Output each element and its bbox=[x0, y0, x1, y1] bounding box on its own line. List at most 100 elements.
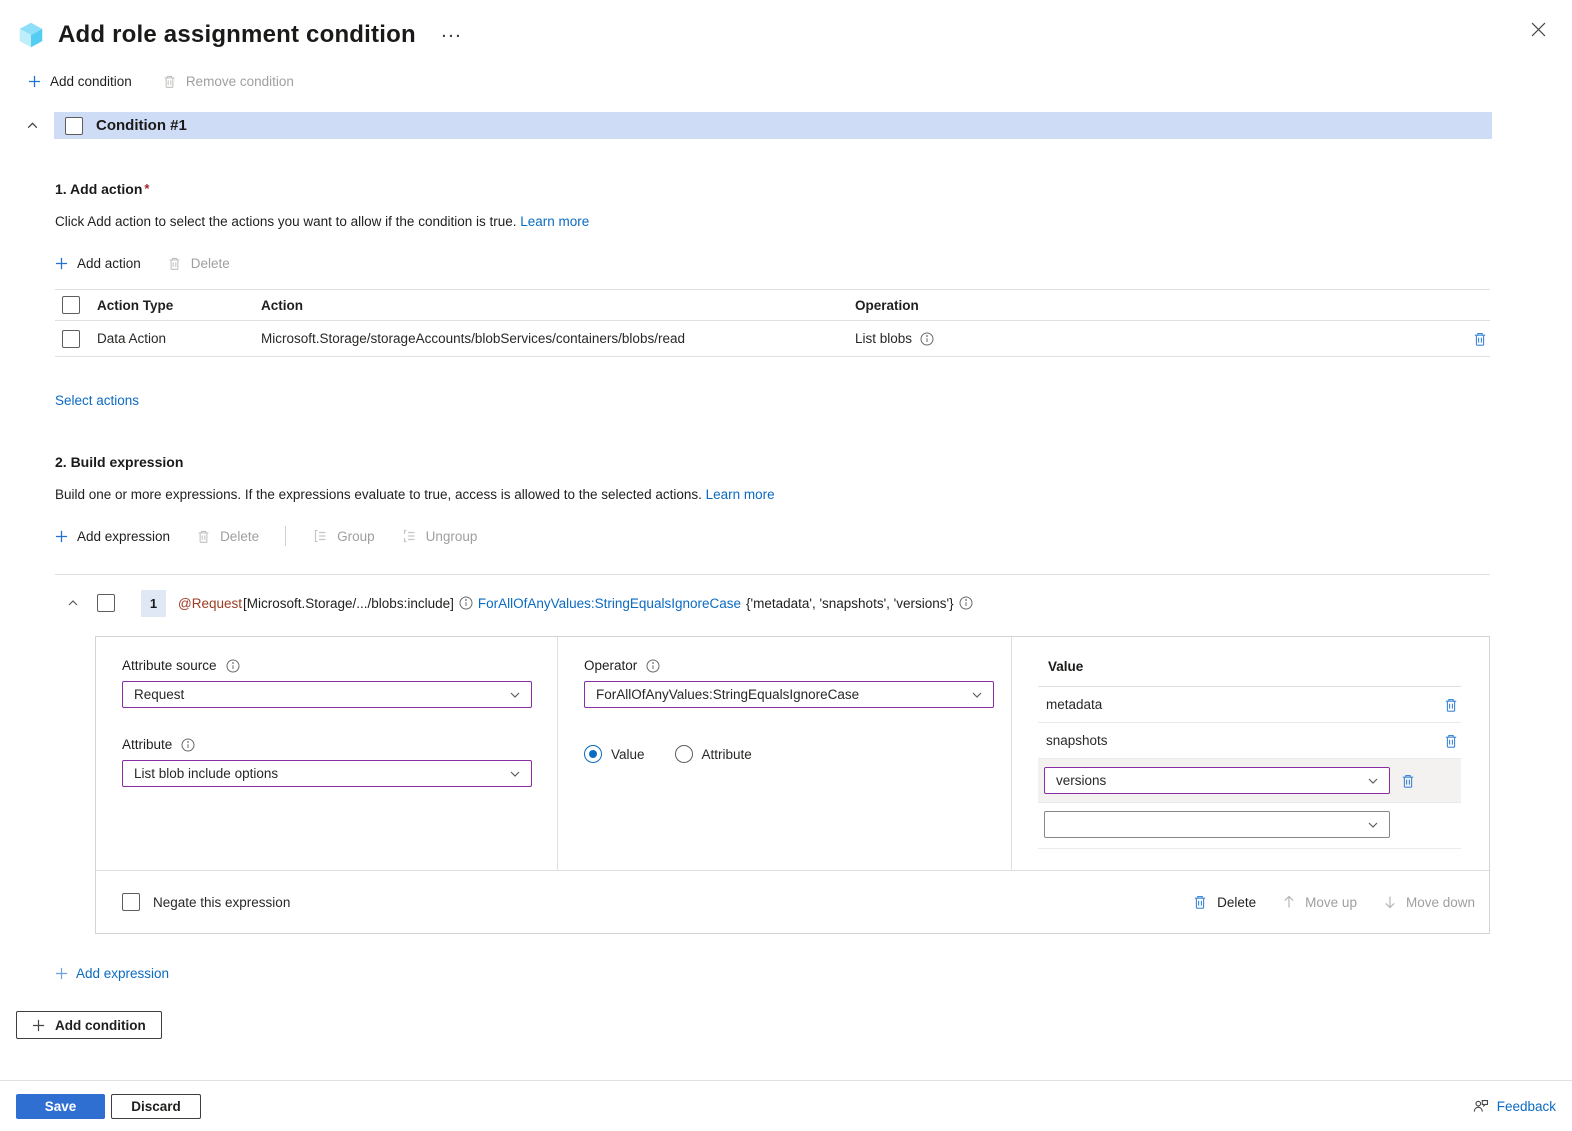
info-icon[interactable] bbox=[959, 596, 973, 610]
operator-dropdown[interactable]: ForAllOfAnyValues:StringEqualsIgnoreCase bbox=[584, 681, 994, 708]
move-down-button[interactable]: Move down bbox=[1383, 895, 1475, 910]
add-condition-command[interactable]: Add condition bbox=[28, 74, 132, 89]
plus-icon bbox=[28, 75, 41, 88]
delete-value-trash-icon[interactable] bbox=[1441, 695, 1461, 715]
expression-checkbox[interactable] bbox=[97, 594, 115, 612]
expression-summary-row: 1 @Request[Microsoft.Storage/.../blobs:i… bbox=[55, 588, 1490, 618]
expression-summary-values: {'metadata', 'snapshots', 'versions'} bbox=[746, 596, 954, 611]
action-type-cell: Data Action bbox=[97, 331, 261, 346]
chevron-down-icon bbox=[509, 768, 521, 780]
column-action-type: Action Type bbox=[97, 298, 261, 313]
delete-expression-command[interactable]: Delete bbox=[196, 529, 259, 544]
plus-icon bbox=[55, 257, 68, 270]
discard-button[interactable]: Discard bbox=[111, 1094, 201, 1119]
radio-unselected-icon bbox=[675, 745, 693, 763]
arrow-up-icon bbox=[1282, 895, 1296, 909]
actions-table-header: Action Type Action Operation bbox=[55, 289, 1490, 321]
negate-checkbox[interactable] bbox=[122, 893, 140, 911]
feedback-button[interactable]: Feedback bbox=[1472, 1097, 1556, 1115]
ungroup-icon bbox=[401, 528, 417, 544]
column-action: Action bbox=[261, 298, 855, 313]
move-up-label: Move up bbox=[1305, 895, 1357, 910]
condition-header[interactable]: Condition #1 bbox=[54, 112, 1492, 139]
info-icon[interactable] bbox=[920, 332, 934, 346]
add-action-learn-more-link[interactable]: Learn more bbox=[520, 214, 589, 229]
attribute-radio-label: Attribute bbox=[702, 747, 752, 762]
attribute-label: Attribute bbox=[122, 737, 172, 752]
action-cell: Microsoft.Storage/storageAccounts/blobSe… bbox=[261, 331, 855, 346]
expression-editor: Attribute source Request Attribute List … bbox=[95, 636, 1490, 934]
build-expression-heading: 2. Build expression bbox=[55, 454, 1490, 470]
attribute-source-label: Attribute source bbox=[122, 658, 217, 673]
plus-icon bbox=[32, 1019, 45, 1032]
plus-icon bbox=[55, 530, 68, 543]
value-row-selected: versions bbox=[1038, 759, 1461, 803]
condition-checkbox[interactable] bbox=[65, 117, 83, 135]
add-expression-link-label: Add expression bbox=[76, 966, 169, 981]
add-condition-button-label: Add condition bbox=[55, 1018, 146, 1033]
add-action-command[interactable]: Add action bbox=[55, 256, 141, 271]
action-row-checkbox[interactable] bbox=[62, 330, 80, 348]
info-icon[interactable] bbox=[226, 659, 240, 673]
info-icon[interactable] bbox=[646, 659, 660, 673]
remove-condition-command[interactable]: Remove condition bbox=[162, 74, 294, 89]
action-table-row: Data Action Microsoft.Storage/storageAcc… bbox=[55, 321, 1490, 357]
condition-header-row: Condition #1 bbox=[0, 112, 1492, 139]
required-asterisk: * bbox=[144, 181, 149, 196]
delete-label: Delete bbox=[1217, 895, 1256, 910]
value-radio[interactable]: Value bbox=[584, 745, 645, 763]
expression-summary-operator-link[interactable]: ForAllOfAnyValues:StringEqualsIgnoreCase bbox=[478, 596, 741, 611]
column-operation: Operation bbox=[855, 298, 1442, 313]
feedback-label: Feedback bbox=[1497, 1099, 1556, 1114]
operator-label: Operator bbox=[584, 658, 637, 673]
delete-expression-button[interactable]: Delete bbox=[1192, 894, 1256, 910]
operator-column: Operator ForAllOfAnyValues:StringEqualsI… bbox=[558, 637, 1012, 870]
page-header: Add role assignment condition ··· bbox=[0, 0, 1572, 54]
collapse-expression-chevron-icon[interactable] bbox=[67, 597, 97, 609]
build-expression-learn-more-link[interactable]: Learn more bbox=[706, 487, 775, 502]
delete-value-trash-icon[interactable] bbox=[1441, 731, 1461, 751]
move-up-button[interactable]: Move up bbox=[1282, 895, 1357, 910]
add-action-heading: 1. Add action* bbox=[55, 181, 1490, 197]
add-expression-command[interactable]: Add expression bbox=[55, 529, 170, 544]
info-icon[interactable] bbox=[181, 738, 195, 752]
chevron-down-icon bbox=[509, 689, 521, 701]
plus-icon bbox=[55, 967, 68, 980]
attribute-column: Attribute source Request Attribute List … bbox=[96, 637, 558, 870]
attribute-source-dropdown[interactable]: Request bbox=[122, 681, 532, 708]
add-expression-link[interactable]: Add expression bbox=[55, 966, 169, 981]
attribute-dropdown[interactable]: List blob include options bbox=[122, 760, 532, 787]
expression-index-badge: 1 bbox=[141, 590, 166, 617]
add-condition-button[interactable]: Add condition bbox=[16, 1011, 162, 1039]
close-icon[interactable] bbox=[1527, 18, 1550, 41]
group-command[interactable]: Group bbox=[312, 528, 375, 544]
condition-title: Condition #1 bbox=[96, 117, 187, 134]
info-icon[interactable] bbox=[459, 596, 473, 610]
collapse-condition-chevron-icon[interactable] bbox=[26, 119, 54, 132]
chevron-down-icon bbox=[1367, 775, 1379, 787]
new-value-dropdown[interactable] bbox=[1044, 811, 1390, 838]
move-down-label: Move down bbox=[1406, 895, 1475, 910]
group-label: Group bbox=[337, 529, 375, 544]
more-commands-icon[interactable]: ··· bbox=[442, 26, 463, 45]
ungroup-command[interactable]: Ungroup bbox=[401, 528, 478, 544]
save-button[interactable]: Save bbox=[16, 1094, 105, 1119]
page-footer: Save Discard Feedback bbox=[0, 1080, 1572, 1131]
delete-action-row-trash-icon[interactable] bbox=[1470, 329, 1490, 349]
value-dropdown[interactable]: versions bbox=[1044, 767, 1390, 794]
ungroup-label: Ungroup bbox=[426, 529, 478, 544]
delete-action-command[interactable]: Delete bbox=[167, 256, 230, 271]
chevron-down-icon bbox=[1367, 819, 1379, 831]
value-row: snapshots bbox=[1038, 723, 1461, 759]
value-editing-text: versions bbox=[1056, 773, 1106, 788]
group-icon bbox=[312, 528, 328, 544]
radio-selected-icon bbox=[584, 745, 602, 763]
delete-value-trash-icon[interactable] bbox=[1398, 771, 1418, 791]
chevron-down-icon bbox=[971, 689, 983, 701]
select-actions-link[interactable]: Select actions bbox=[55, 393, 139, 408]
expression-editor-footer: Negate this expression Delete Move up Mo… bbox=[96, 870, 1489, 933]
select-all-actions-checkbox[interactable] bbox=[62, 296, 80, 314]
negate-expression-toggle[interactable]: Negate this expression bbox=[122, 893, 290, 911]
attribute-radio[interactable]: Attribute bbox=[675, 745, 752, 763]
toolbar-divider bbox=[285, 526, 286, 546]
